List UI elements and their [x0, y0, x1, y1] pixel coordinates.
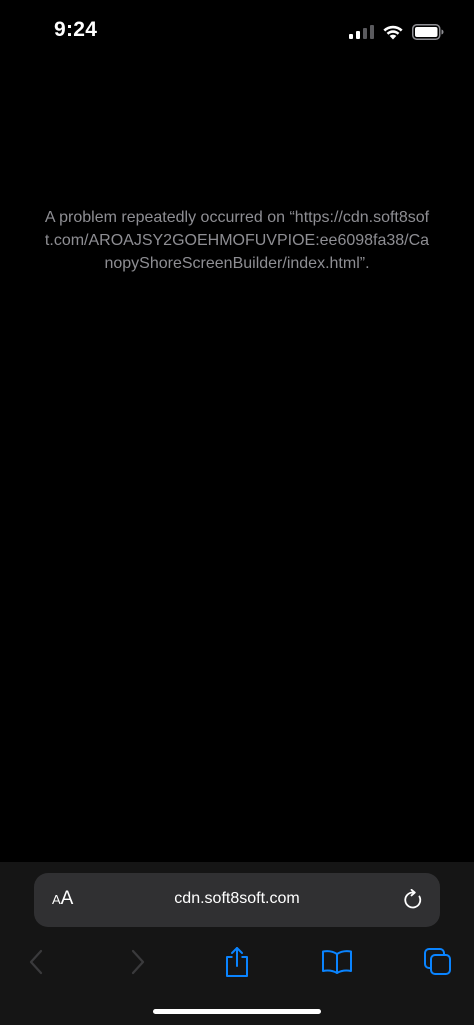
share-button[interactable] [215, 940, 259, 984]
error-message: A problem repeatedly occurred on “https:… [44, 209, 430, 272]
wifi-icon [382, 24, 404, 40]
status-bar: 9:24 [0, 0, 474, 62]
book-icon [322, 950, 352, 974]
url-text: cdn.soft8soft.com [174, 890, 300, 907]
battery-icon [412, 24, 444, 40]
home-indicator [153, 1009, 321, 1014]
signal-bars-icon [349, 25, 374, 39]
share-icon [226, 947, 248, 977]
status-icons [349, 22, 444, 42]
tabs-button[interactable] [416, 940, 460, 984]
reader-large-letter: A [60, 888, 74, 909]
toolbar-nav-row [0, 940, 474, 984]
tabs-icon [424, 948, 451, 975]
reload-icon [404, 888, 422, 909]
address-bar[interactable]: AA cdn.soft8soft.com [34, 873, 440, 927]
reader-mode-button[interactable]: AA [52, 888, 73, 910]
reload-button[interactable] [402, 888, 424, 911]
status-time: 9:24 [54, 18, 98, 41]
chevron-right-icon [131, 949, 145, 975]
back-button[interactable] [14, 940, 58, 984]
bottom-toolbar: AA cdn.soft8soft.com [0, 862, 474, 1025]
bookmarks-button[interactable] [315, 940, 359, 984]
chevron-left-icon [29, 949, 43, 975]
reader-small-letter: A [52, 892, 61, 907]
forward-button[interactable] [116, 940, 160, 984]
